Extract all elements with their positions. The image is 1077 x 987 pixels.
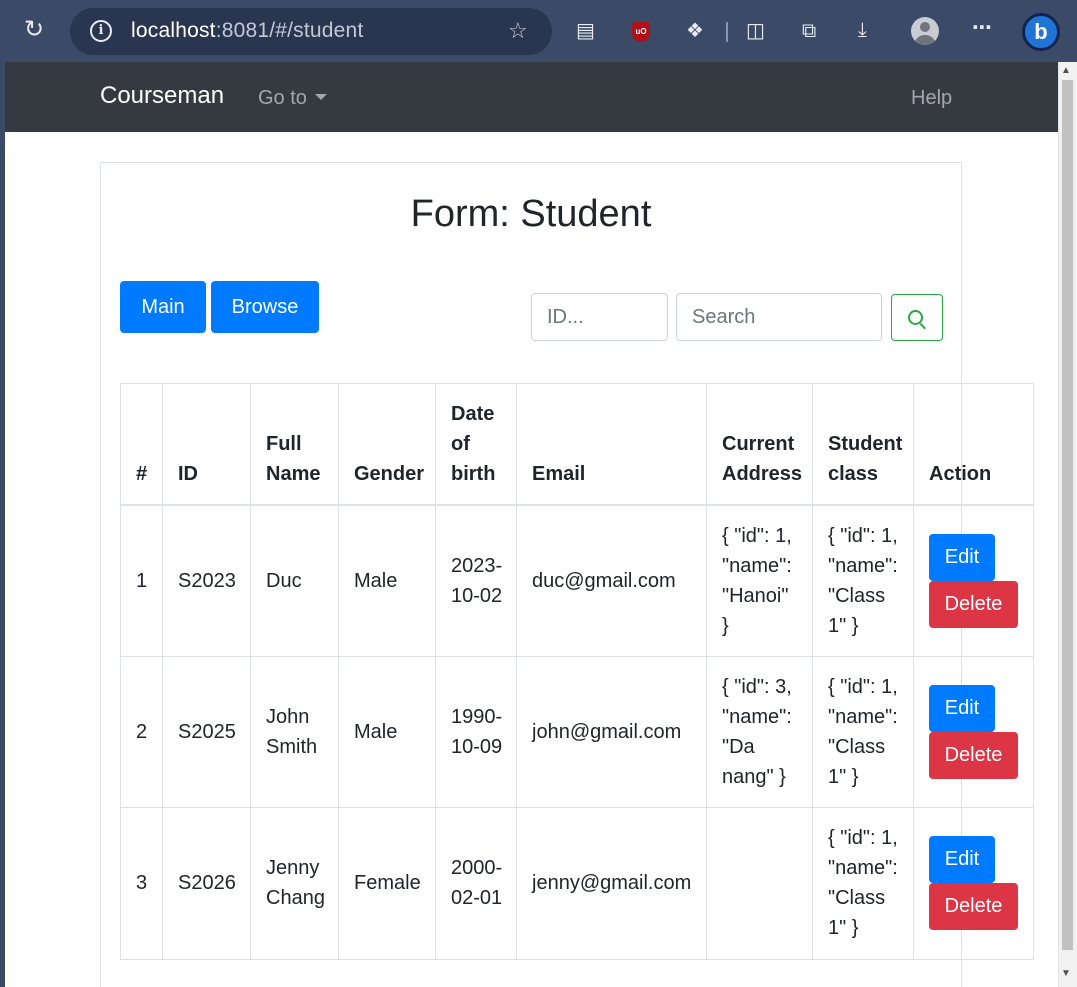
header-num: # (136, 463, 148, 485)
edit-button[interactable]: Edit (929, 836, 995, 883)
header-action: Action (929, 463, 992, 485)
row-id: S2025 (178, 721, 236, 743)
row-student-class: { "id": 1, "name": "Class 1" } (828, 827, 898, 939)
row-id: S2026 (178, 872, 236, 894)
row-dob: 2023- 10-02 (451, 555, 503, 607)
header-address: Current Address (722, 433, 803, 485)
header-id: ID (178, 463, 198, 485)
bing-copilot-icon[interactable]: b (1022, 13, 1060, 51)
reload-icon[interactable]: ↻ (24, 18, 44, 42)
edit-button[interactable]: Edit (929, 534, 995, 581)
browse-button[interactable]: Browse (211, 281, 319, 333)
row-num: 3 (136, 872, 148, 894)
caret-down-icon (314, 94, 327, 100)
url-text[interactable]: localhost:8081/#/student (131, 19, 363, 43)
scroll-down-arrow-icon[interactable]: ▼ (1061, 968, 1071, 979)
row-full-name: Duc (266, 570, 302, 592)
download-icon[interactable]: ⤓ (858, 20, 867, 40)
header-dob: Date of birth (451, 403, 496, 485)
edit-button[interactable]: Edit (929, 685, 995, 732)
row-gender: Male (354, 570, 398, 592)
main-button[interactable]: Main (120, 281, 206, 333)
row-id: S2023 (178, 570, 236, 592)
reading-view-icon[interactable]: ▤ (576, 21, 595, 41)
brand-link[interactable]: Courseman (100, 82, 224, 110)
app-navbar: Courseman Go to Help (5, 62, 1058, 132)
row-dob: 1990- 10-09 (451, 706, 503, 758)
split-screen-icon[interactable]: ◫ (746, 21, 765, 41)
collections-icon[interactable]: ⧉ (802, 21, 816, 41)
row-full-name: John Smith (266, 706, 318, 758)
help-link[interactable]: Help (911, 87, 952, 110)
row-email: jenny@gmail.com (532, 872, 692, 894)
profile-avatar-icon[interactable] (911, 17, 939, 45)
row-email: john@gmail.com (532, 721, 682, 743)
row-gender: Male (354, 721, 398, 743)
id-input[interactable]: ID... (531, 293, 668, 341)
toolbar-separator (726, 22, 728, 42)
header-gender: Gender (354, 463, 425, 485)
page-title: Form: Student (410, 193, 652, 235)
row-address: { "id": 3, "name": "Da nang" } (722, 676, 792, 788)
delete-button[interactable]: Delete (929, 883, 1018, 930)
header-email: Email (532, 463, 586, 485)
delete-button[interactable]: Delete (929, 581, 1018, 628)
delete-button[interactable]: Delete (929, 732, 1018, 779)
row-num: 2 (136, 721, 148, 743)
row-dob: 2000- 02-01 (451, 857, 503, 909)
search-button[interactable] (891, 294, 943, 341)
header-student-class: Student class (828, 433, 903, 485)
row-gender: Female (354, 872, 421, 894)
row-address: { "id": 1, "name": "Hanoi"} (722, 525, 792, 637)
favorite-star-icon[interactable]: ☆ (508, 18, 528, 44)
row-full-name: Jenny Chang (266, 857, 325, 909)
window-edge (0, 62, 5, 987)
row-email: duc@gmail.com (532, 570, 676, 592)
more-menu-icon[interactable]: ⋯ (972, 18, 992, 38)
address-bar[interactable]: i localhost:8081/#/student ☆ (70, 8, 552, 55)
extensions-puzzle-icon[interactable]: ❖ (686, 21, 704, 41)
row-student-class: { "id": 1, "name": "Class 1" } (828, 676, 898, 788)
site-info-icon[interactable]: i (90, 20, 112, 42)
scroll-up-arrow-icon[interactable]: ▲ (1061, 65, 1071, 76)
goto-dropdown[interactable]: Go to (258, 87, 327, 110)
scrollbar-thumb[interactable] (1062, 80, 1073, 950)
search-input[interactable]: Search (676, 293, 882, 341)
header-full-name: Full Name (266, 433, 321, 485)
row-student-class: { "id": 1, "name": "Class 1" } (828, 525, 898, 637)
row-num: 1 (136, 570, 148, 592)
goto-label: Go to (258, 87, 307, 109)
ublock-extension-icon[interactable]: uO (632, 22, 650, 42)
